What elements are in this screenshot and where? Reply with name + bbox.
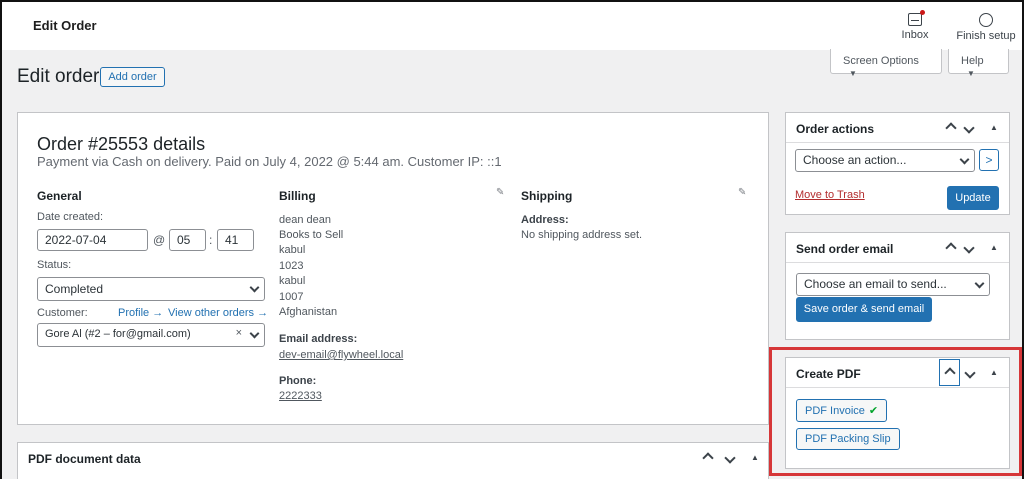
customer-select[interactable]: Gore Al (#2 – for@gmail.com) × bbox=[37, 323, 265, 347]
profile-link[interactable]: Profile → bbox=[118, 307, 163, 319]
move-to-trash-link[interactable]: Move to Trash bbox=[795, 189, 865, 201]
move-down-icon[interactable] bbox=[721, 449, 739, 467]
apply-action-button[interactable]: > bbox=[979, 149, 999, 171]
order-actions-title: Order actions bbox=[796, 122, 875, 136]
clear-icon[interactable]: × bbox=[236, 327, 242, 339]
billing-address-line: 1007 bbox=[279, 291, 304, 303]
move-down-icon[interactable] bbox=[960, 239, 978, 257]
add-order-button[interactable]: Add order bbox=[100, 67, 165, 87]
edit-shipping-pencil-icon[interactable]: ✎ bbox=[738, 187, 746, 198]
billing-heading: Billing bbox=[279, 189, 316, 203]
inbox-icon bbox=[908, 10, 925, 26]
billing-address-line: dean dean bbox=[279, 214, 331, 226]
email-select-value: Choose an email to send... bbox=[804, 277, 947, 291]
move-up-icon[interactable] bbox=[699, 449, 717, 467]
pdf-document-data-title: PDF document data bbox=[28, 452, 141, 466]
order-title: Order #25553 details bbox=[37, 134, 206, 154]
notification-dot bbox=[920, 10, 925, 15]
help-button[interactable]: Help ▼ bbox=[948, 49, 1009, 78]
customer-label: Customer: bbox=[37, 307, 88, 319]
minute-input[interactable]: 41 bbox=[217, 229, 254, 251]
email-select[interactable]: Choose an email to send... bbox=[796, 273, 990, 296]
customer-value: Gore Al (#2 – for@gmail.com) bbox=[45, 328, 191, 340]
status-label: Status: bbox=[37, 259, 72, 271]
billing-phone-link[interactable]: 2222333 bbox=[279, 390, 322, 402]
send-order-email-box: Send order email ▲ Choose an email to se… bbox=[785, 232, 1010, 340]
progress-circle-icon bbox=[979, 13, 993, 27]
chevron-down-icon bbox=[249, 279, 260, 294]
caret-down-icon: ▼ bbox=[849, 69, 857, 78]
page-title: Edit order bbox=[17, 66, 100, 87]
billing-address-line: Afghanistan bbox=[279, 306, 338, 318]
highlight-box bbox=[769, 347, 1022, 476]
help-label: Help bbox=[961, 55, 984, 67]
top-bar: Edit Order Inbox Finish setup bbox=[2, 0, 1022, 50]
update-button[interactable]: Update bbox=[947, 186, 999, 210]
collapse-toggle-icon[interactable]: ▲ bbox=[985, 239, 1003, 257]
pdf-document-data-panel: PDF document data ▲ bbox=[17, 442, 769, 479]
billing-address-line: kabul bbox=[279, 275, 306, 287]
inbox-label: Inbox bbox=[901, 29, 929, 41]
order-data-panel: Order #25553 details Payment via Cash on… bbox=[17, 112, 769, 425]
send-order-email-title: Send order email bbox=[796, 242, 894, 256]
at-separator: @ bbox=[153, 233, 166, 247]
date-created-label: Date created: bbox=[37, 211, 104, 223]
finish-setup-label: Finish setup bbox=[956, 30, 1016, 42]
save-and-send-email-button[interactable]: Save order & send email bbox=[796, 297, 932, 322]
email-address-label: Email address: bbox=[279, 333, 358, 345]
finish-setup-button[interactable]: Finish setup bbox=[953, 10, 1019, 42]
shipping-heading: Shipping bbox=[521, 189, 573, 203]
status-value: Completed bbox=[45, 282, 104, 296]
screen-options-button[interactable]: Screen Options ▼ bbox=[830, 49, 942, 78]
collapse-toggle-icon[interactable]: ▲ bbox=[985, 119, 1003, 137]
view-other-orders-link[interactable]: View other orders → bbox=[168, 307, 268, 319]
move-down-icon[interactable] bbox=[960, 119, 978, 137]
billing-address-line: kabul bbox=[279, 244, 306, 256]
chevron-down-icon bbox=[249, 325, 260, 340]
chevron-down-icon bbox=[974, 275, 985, 290]
screen-options-label: Screen Options bbox=[843, 55, 919, 67]
inbox-button[interactable]: Inbox bbox=[897, 10, 933, 41]
top-bar-title: Edit Order bbox=[33, 18, 97, 33]
chevron-down-icon bbox=[959, 151, 970, 166]
billing-address-line: 1023 bbox=[279, 260, 304, 272]
phone-label: Phone: bbox=[279, 375, 317, 387]
time-colon: : bbox=[209, 233, 213, 247]
date-created-input[interactable]: 2022-07-04 bbox=[37, 229, 148, 251]
general-heading: General bbox=[37, 189, 82, 203]
status-select[interactable]: Completed bbox=[37, 277, 265, 301]
edit-billing-pencil-icon[interactable]: ✎ bbox=[496, 187, 504, 198]
billing-address-line: Books to Sell bbox=[279, 229, 344, 241]
order-action-value: Choose an action... bbox=[803, 153, 907, 167]
shipping-address-value: No shipping address set. bbox=[521, 229, 643, 241]
caret-down-icon: ▼ bbox=[967, 69, 975, 78]
move-up-icon[interactable] bbox=[942, 239, 960, 257]
move-up-icon[interactable] bbox=[942, 119, 960, 137]
order-subtitle: Payment via Cash on delivery. Paid on Ju… bbox=[37, 154, 502, 169]
chevron-right-icon: > bbox=[985, 153, 993, 167]
order-action-select[interactable]: Choose an action... bbox=[795, 149, 975, 172]
order-actions-box: Order actions ▲ Choose an action... > Mo… bbox=[785, 112, 1010, 215]
collapse-toggle-icon[interactable]: ▲ bbox=[746, 449, 764, 467]
billing-email-link[interactable]: dev-email@flywheel.local bbox=[279, 349, 403, 361]
hour-input[interactable]: 05 bbox=[169, 229, 206, 251]
shipping-address-label: Address: bbox=[521, 214, 569, 226]
